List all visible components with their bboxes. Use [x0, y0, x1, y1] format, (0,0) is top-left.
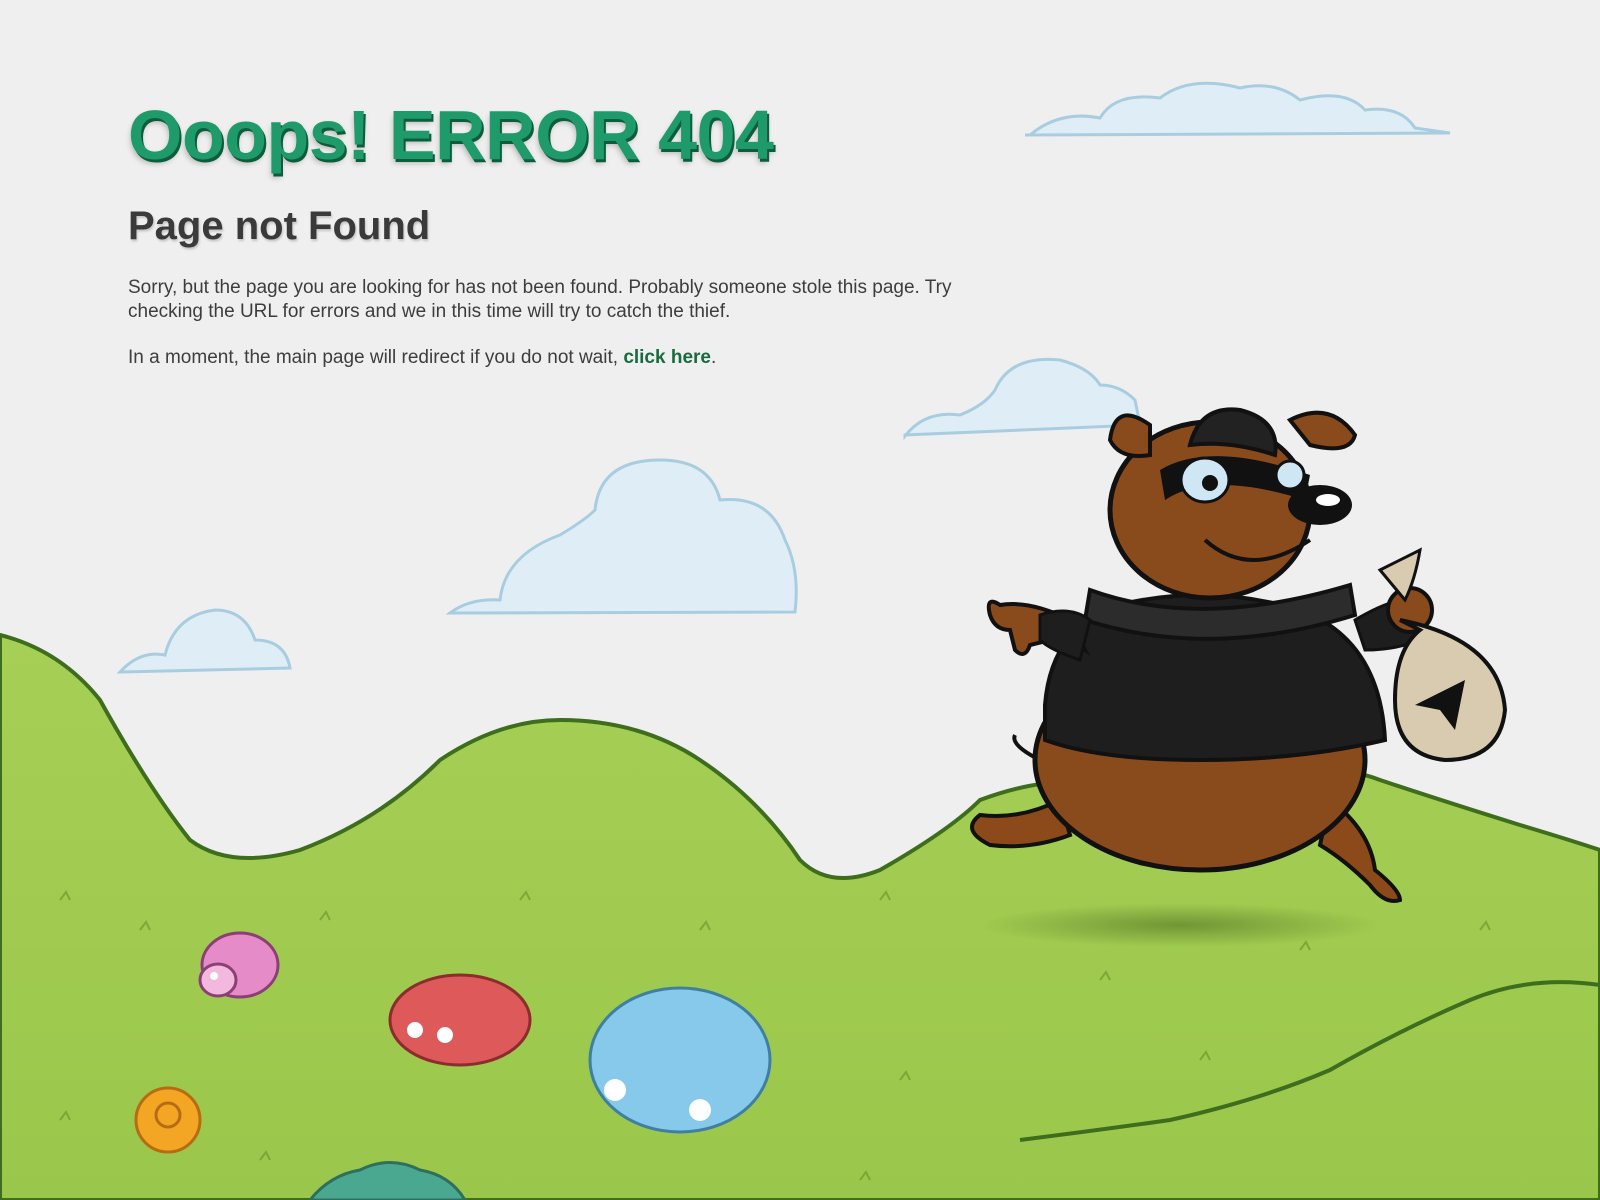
error-title: Ooops! ERROR 404: [128, 96, 774, 174]
click-here-link[interactable]: click here: [623, 347, 711, 368]
pink-sheep-icon: [198, 931, 280, 999]
redirect-message: In a moment, the main page will redirect…: [128, 346, 1008, 370]
redirect-text: In a moment, the main page will redirect…: [128, 347, 624, 368]
orange-snail-icon: [134, 1086, 202, 1154]
error-content: Ooops! ERROR 404 Page not Found Sorry, b…: [128, 100, 1028, 370]
blue-sheep-icon: [588, 986, 772, 1134]
red-sheep-icon: [388, 973, 532, 1067]
error-subtitle: Page not Found: [128, 204, 431, 248]
error-message: Sorry, but the page you are looking for …: [128, 277, 952, 322]
redirect-end: .: [710, 347, 717, 368]
